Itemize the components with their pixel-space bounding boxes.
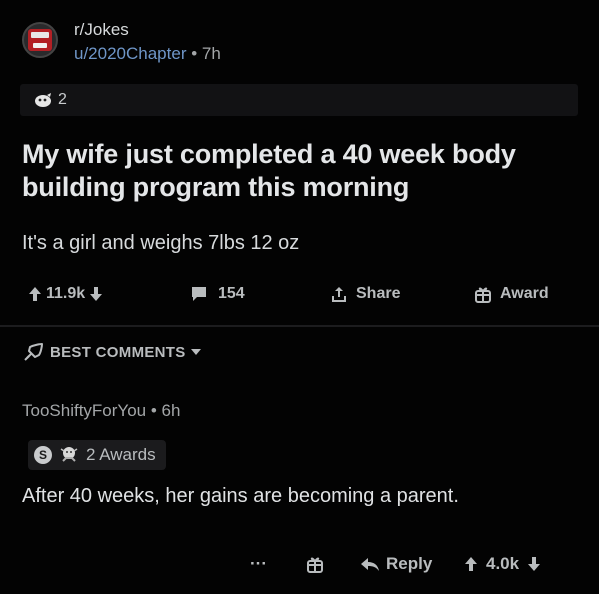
post-meta: r/Jokes u/2020Chapter • 7h [74, 20, 221, 65]
more-options-button[interactable]: ··· [250, 550, 267, 578]
comment-awards-label: 2 Awards [86, 445, 156, 464]
award-label: Award [500, 285, 549, 302]
post-title[interactable]: My wife just completed a 40 week body bu… [22, 138, 582, 204]
sort-label: BEST COMMENTS [50, 343, 186, 361]
downvote-icon[interactable] [89, 286, 103, 302]
comments-count: 154 [218, 285, 245, 302]
byline-separator: • [191, 44, 198, 63]
helpful-award-icon [58, 444, 80, 466]
share-button[interactable]: Share [330, 280, 404, 308]
post-byline: u/2020Chapter • 7h [74, 43, 221, 65]
subreddit-avatar[interactable] [22, 22, 58, 58]
reply-button[interactable]: Reply [360, 550, 432, 578]
post-body: It's a girl and weighs 7lbs 12 oz [22, 232, 300, 254]
comment-author[interactable]: TooShiftyForYou [22, 401, 146, 420]
comment-awards[interactable]: S 2 Awards [28, 440, 166, 470]
comment-vote-group: 4.0k [464, 550, 541, 578]
chevron-down-icon [190, 348, 202, 356]
comment-action-bar: ··· Reply 4.0k [250, 550, 590, 578]
comment-score: 4.0k [486, 554, 520, 573]
more-options-label: ··· [250, 554, 267, 573]
comment-meta: TooShiftyForYou • 6h [22, 401, 180, 421]
post-header: r/Jokes u/2020Chapter • 7h [22, 20, 221, 65]
comment-separator: • [150, 401, 157, 420]
gift-icon [474, 285, 492, 303]
comment-body: After 40 weeks, her gains are becoming a… [22, 485, 459, 507]
silver-award-icon: S [34, 446, 52, 464]
subreddit-icon [28, 29, 52, 51]
comment-award-button[interactable] [306, 550, 324, 578]
post-action-bar: 11.9k 154 Share Award [28, 280, 578, 308]
post-score: 11.9k [46, 285, 86, 302]
post-age: 7h [201, 44, 221, 63]
reply-label: Reply [386, 554, 433, 573]
upvote-icon[interactable] [28, 286, 42, 302]
share-icon [330, 285, 348, 303]
share-label: Share [356, 285, 401, 302]
award-button[interactable]: Award [474, 280, 553, 308]
post-author[interactable]: u/2020Chapter [74, 44, 186, 63]
comment-age: 6h [161, 401, 181, 420]
reply-icon [360, 556, 380, 572]
downvote-icon[interactable] [527, 556, 541, 572]
post-awards-bar[interactable]: 2 [20, 84, 578, 116]
post-vote-group: 11.9k [28, 280, 103, 308]
post-awards-count: 2 [58, 91, 67, 108]
subreddit-name[interactable]: r/Jokes [74, 20, 221, 40]
comment-icon [190, 286, 208, 302]
comments-button[interactable]: 154 [190, 280, 249, 308]
upvote-icon[interactable] [464, 556, 478, 572]
rocket-icon [24, 343, 44, 361]
gift-icon [306, 555, 324, 573]
section-divider [0, 325, 599, 327]
award-icon [34, 92, 54, 108]
comment-sort-selector[interactable]: BEST COMMENTS [24, 343, 202, 361]
